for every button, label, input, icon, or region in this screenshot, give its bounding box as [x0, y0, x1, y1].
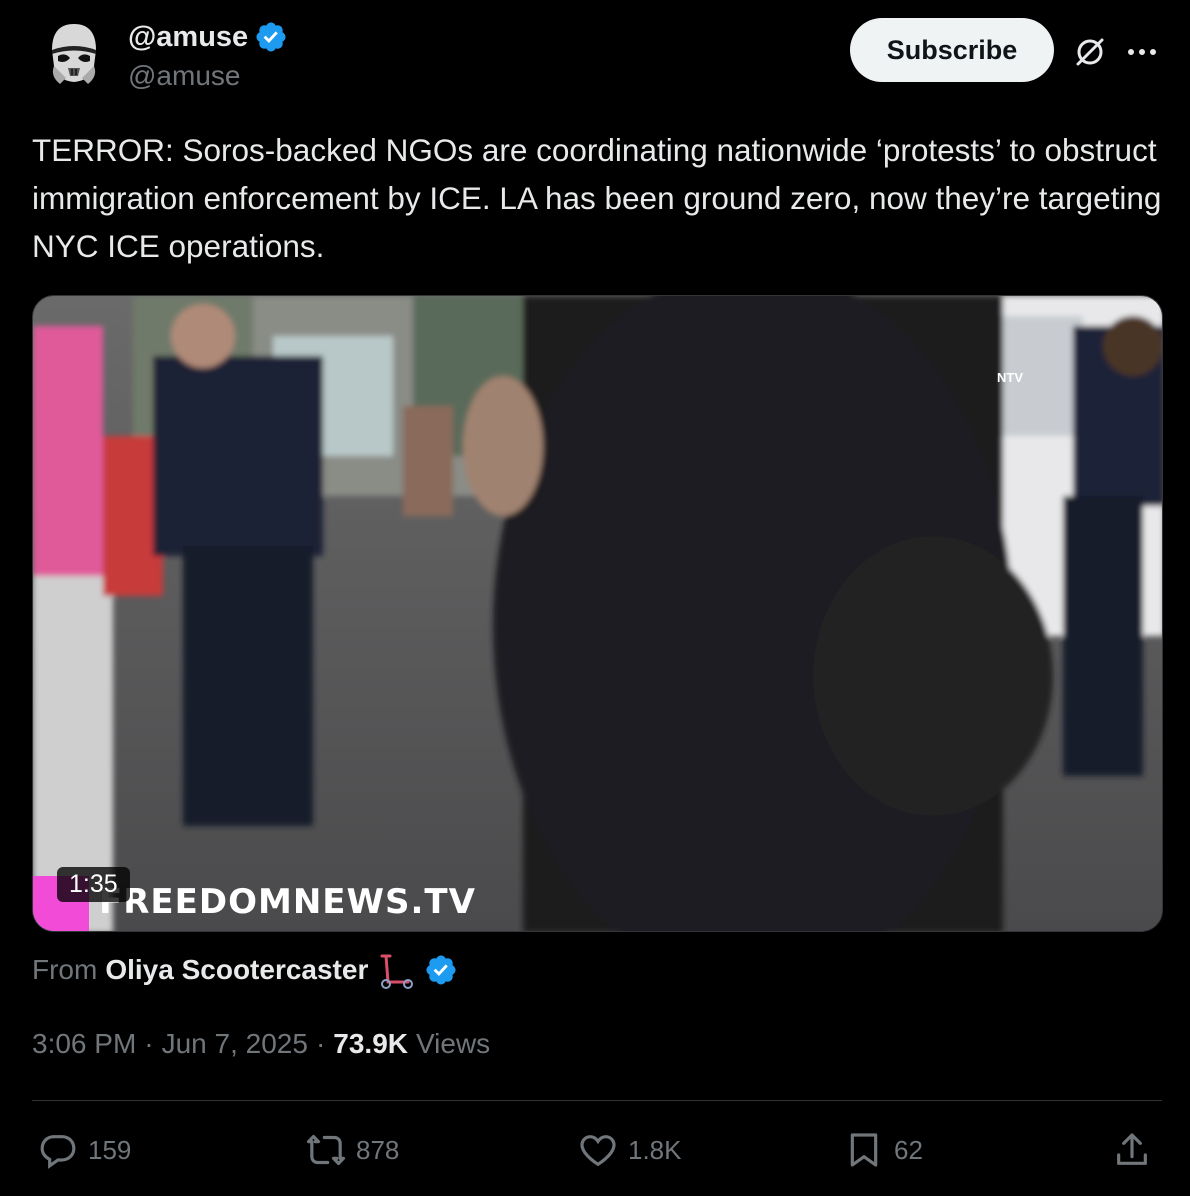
meta-separator: · [315, 1028, 326, 1059]
video-duration: 1:35 [57, 867, 130, 902]
grok-button[interactable] [1070, 32, 1110, 72]
author-names: @amuse @amuse [128, 20, 288, 92]
display-name-text[interactable]: @amuse [128, 21, 248, 54]
video-source: From Oliya Scootercaster [32, 950, 458, 990]
action-bar: 159 878 1.8K 62 [32, 1122, 1162, 1178]
tweet-header: @amuse @amuse Subscribe [32, 14, 1162, 100]
video-frame [33, 296, 1162, 931]
views-count: 73.9K [333, 1028, 408, 1059]
repost-count: 878 [356, 1134, 400, 1165]
verified-badge-icon [426, 955, 456, 985]
grok-icon [1076, 38, 1104, 66]
scooter-icon [380, 954, 414, 989]
more-options-button[interactable] [1122, 32, 1162, 72]
share-button[interactable] [1112, 1122, 1152, 1178]
source-author[interactable]: Oliya Scootercaster [105, 954, 368, 986]
author-display-name[interactable]: @amuse [128, 20, 288, 54]
like-button[interactable]: 1.8K [578, 1122, 682, 1178]
repost-button[interactable]: 878 [306, 1122, 399, 1178]
verified-badge-icon [256, 22, 286, 52]
subscribe-button[interactable]: Subscribe [850, 18, 1054, 82]
reply-icon [40, 1135, 76, 1169]
video-watermark: FREEDOMNEWS.TV [99, 882, 476, 922]
reply-button[interactable]: 159 [38, 1122, 131, 1178]
tweet-date[interactable]: Jun 7, 2025 [162, 1028, 308, 1060]
more-icon [1128, 49, 1156, 55]
bookmark-button[interactable]: 62 [844, 1122, 923, 1178]
bookmark-icon [850, 1133, 878, 1167]
corner-logo: NTV [997, 370, 1023, 385]
repost-icon [306, 1134, 346, 1166]
reply-count: 159 [88, 1134, 132, 1165]
like-count: 1.8K [628, 1134, 682, 1165]
bookmark-count: 62 [894, 1134, 923, 1165]
meta-separator: · [144, 1028, 154, 1059]
heart-icon [580, 1135, 616, 1167]
share-icon [1117, 1133, 1147, 1165]
tweet-text: TERROR: Soros-backed NGOs are coordinati… [32, 132, 1162, 264]
from-label: From [32, 954, 98, 985]
video-player[interactable]: NTV FREEDOMNEWS.TV 1:35 [32, 295, 1163, 932]
tweet-time[interactable]: 3:06 PM [32, 1028, 136, 1060]
views-label: Views [416, 1028, 491, 1059]
stormtrooper-avatar-icon [32, 14, 112, 94]
tweet-meta: 3:06 PM · Jun 7, 2025 · 73.9K Views [32, 1028, 490, 1060]
divider [32, 1100, 1162, 1101]
author-handle[interactable]: @amuse [128, 60, 288, 92]
avatar[interactable] [32, 14, 112, 94]
